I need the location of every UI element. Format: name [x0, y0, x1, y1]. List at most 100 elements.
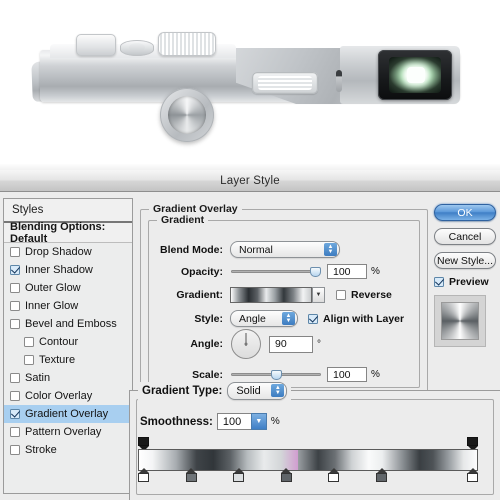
chevron-down-icon[interactable]: ▼ [312, 287, 325, 303]
style-row-inner-shadow[interactable]: Inner Shadow [4, 261, 132, 279]
gradient-type-select[interactable]: Solid ▲ ▼ [227, 382, 288, 400]
gradient-color-stop[interactable] [280, 468, 292, 482]
angle-row: Angle: 90 ° [157, 329, 425, 359]
scale-input[interactable]: 100 [327, 367, 367, 382]
new-style-button[interactable]: New Style... [434, 252, 496, 269]
style-row-label: Color Overlay [25, 390, 93, 402]
camera-sensor-pin [336, 70, 342, 92]
color-stop-swatch [138, 473, 149, 482]
style-row-bevel-and-emboss[interactable]: Bevel and Emboss [4, 315, 132, 333]
dialog-titlebar[interactable]: Layer Style [0, 170, 500, 192]
style-row-label: Gradient Overlay [25, 408, 109, 420]
preview-checkbox[interactable] [434, 277, 444, 287]
style-row-inner-glow[interactable]: Inner Glow [4, 297, 132, 315]
gradient-color-stop[interactable] [376, 468, 387, 482]
style-row-gradient-overlay[interactable]: Gradient Overlay [4, 405, 132, 423]
angle-dial[interactable] [231, 329, 261, 359]
style-checkbox[interactable] [10, 409, 20, 419]
reverse-checkbox[interactable] [336, 290, 346, 300]
camera-viewfinder-glass [389, 57, 441, 93]
style-checkbox[interactable] [10, 373, 20, 383]
style-row: Style: Angle ▲ ▼ Align with Layer [157, 310, 425, 327]
chevron-down-icon[interactable]: ▼ [250, 413, 267, 430]
dialog-body: Styles Blending Options: Default Drop Sh… [0, 192, 500, 500]
style-row-label: Contour [39, 336, 79, 348]
style-checkbox[interactable] [10, 427, 20, 437]
gradient-group-legend: Gradient [157, 214, 209, 226]
gradient-row: Gradient: ▼ Reverse [157, 287, 425, 303]
style-row-label: Satin [25, 372, 51, 384]
style-row-label: Pattern Overlay [25, 426, 102, 438]
align-with-layer-checkbox[interactable] [308, 313, 318, 324]
styles-header-label: Styles [12, 204, 44, 216]
style-row-texture[interactable]: Texture [4, 351, 132, 369]
style-checkbox[interactable] [10, 301, 20, 311]
style-checkbox[interactable] [10, 283, 20, 293]
style-row-stroke[interactable]: Stroke [4, 441, 132, 459]
styles-header: Styles [4, 199, 132, 223]
preview-row: Preview [434, 276, 498, 288]
style-row-outer-glow[interactable]: Outer Glow [4, 279, 132, 297]
style-row-satin[interactable]: Satin [4, 369, 132, 387]
style-row-contour[interactable]: Contour [4, 333, 132, 351]
opacity-slider-knob[interactable] [310, 266, 321, 277]
gradient-color-stop[interactable] [467, 468, 478, 482]
opacity-unit: % [371, 266, 380, 277]
smoothness-row: Smoothness: 100 ▼ % [140, 413, 280, 430]
reverse-label: Reverse [351, 289, 392, 301]
style-checkbox[interactable] [10, 445, 20, 455]
camera-lens-ring [160, 88, 214, 142]
chevron-updown-icon: ▲ ▼ [271, 384, 285, 397]
smoothness-input[interactable]: 100 ▼ [216, 413, 267, 430]
scale-slider[interactable] [231, 369, 321, 380]
style-checkbox[interactable] [10, 319, 20, 329]
style-row-color-overlay[interactable]: Color Overlay [4, 387, 132, 405]
blend-mode-label: Blend Mode: [160, 243, 223, 256]
chevron-updown-icon: ▲ ▼ [282, 312, 295, 325]
scale-row: Scale: 100 % [157, 367, 425, 382]
style-checkbox[interactable] [24, 337, 34, 347]
screenshot-root: Layer Style Styles Blending Options: Def… [0, 0, 500, 500]
style-row-pattern-overlay[interactable]: Pattern Overlay [4, 423, 132, 441]
style-checkbox[interactable] [10, 247, 20, 257]
gradient-color-stop[interactable] [185, 468, 197, 482]
style-select[interactable]: Angle ▲ ▼ [230, 310, 298, 327]
opacity-label: Opacity: [180, 265, 223, 278]
opacity-slider-track [231, 270, 321, 273]
blending-options-row[interactable]: Blending Options: Default [4, 220, 132, 245]
styles-list: Drop Shadow Inner Shadow Outer Glow Inner G… [4, 243, 132, 459]
opacity-input[interactable]: 100 [327, 264, 367, 279]
style-checkbox[interactable] [10, 391, 20, 401]
angle-value: 90 [275, 338, 287, 350]
style-row-label: Inner Glow [25, 300, 79, 312]
gradient-overlay-panel: Gradient Overlay Gradient Blend Mode: No… [137, 198, 430, 396]
gradient-color-stop[interactable] [138, 468, 149, 482]
color-stop-swatch [185, 473, 197, 482]
angle-input[interactable]: 90 [269, 335, 313, 353]
opacity-slider[interactable] [231, 266, 321, 277]
cancel-button[interactable]: Cancel [434, 228, 496, 245]
blend-mode-select[interactable]: Normal ▲ ▼ [230, 241, 340, 258]
preview-thumbnail [441, 302, 479, 340]
scale-slider-knob[interactable] [271, 369, 282, 380]
smoothness-unit: % [270, 416, 280, 427]
style-label: Style: [194, 312, 223, 325]
blend-mode-value: Normal [239, 243, 273, 256]
style-row-label: Bevel and Emboss [25, 318, 117, 330]
color-stop-swatch [233, 473, 245, 482]
smoothness-value: 100 [222, 415, 242, 428]
angle-label: Angle: [190, 338, 223, 350]
blending-options-label: Blending Options: Default [10, 220, 106, 245]
style-row-drop-shadow[interactable]: Drop Shadow [4, 243, 132, 261]
gradient-color-stop[interactable] [233, 468, 245, 482]
ok-button[interactable]: OK [434, 204, 496, 221]
gradient-swatch[interactable]: ▼ [230, 287, 325, 303]
style-checkbox[interactable] [24, 355, 34, 365]
layer-style-dialog: Layer Style Styles Blending Options: Def… [0, 170, 500, 500]
style-checkbox[interactable] [10, 265, 20, 275]
camera-viewfinder-highlight [407, 67, 425, 83]
style-row-label: Texture [39, 354, 76, 366]
gradient-color-stop[interactable] [328, 468, 340, 482]
color-stop-swatch [280, 473, 292, 482]
gradient-type-label: Gradient Type: [142, 385, 223, 397]
